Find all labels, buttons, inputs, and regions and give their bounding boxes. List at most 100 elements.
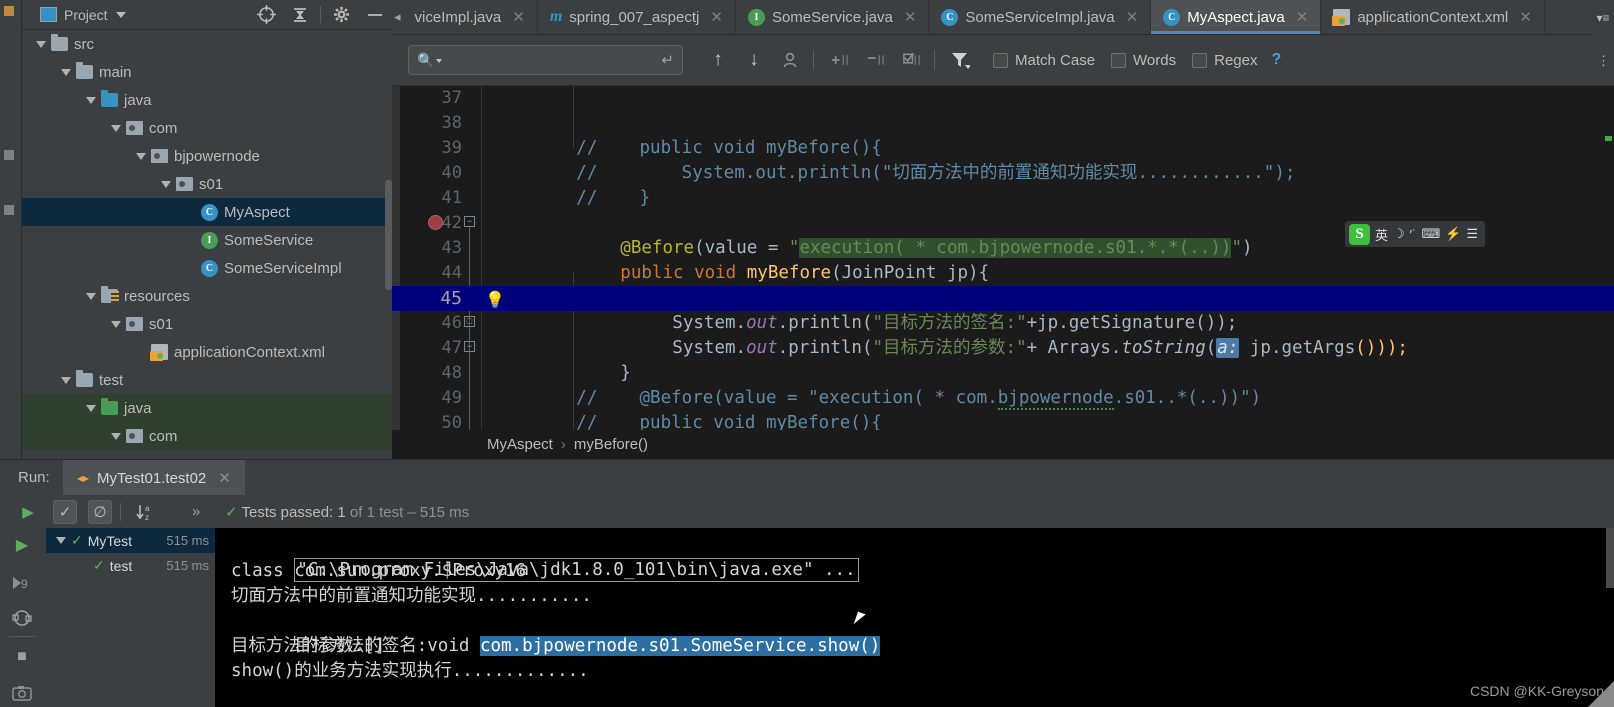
tree-expand-arrow-icon[interactable]	[86, 96, 96, 104]
tree-expand-arrow-icon[interactable]	[86, 292, 96, 300]
tree-item-s01[interactable]: s01	[22, 170, 392, 198]
tree-item-src[interactable]: src	[22, 30, 392, 58]
stop-icon[interactable]: ■	[9, 644, 35, 670]
close-icon[interactable]: ✕	[710, 8, 723, 26]
editor-marker-ok[interactable]	[1605, 136, 1612, 141]
select-all-occurrences-icon[interactable]	[773, 43, 807, 77]
editor-tab-bar[interactable]: ◂ viceImpl.java ✕ m spring_007_aspectj ✕ I Some…	[392, 0, 1614, 35]
tree-item-label: SomeServiceImpl	[224, 259, 342, 277]
words-box[interactable]	[1111, 52, 1127, 68]
rerun-automatically-icon[interactable]	[9, 605, 35, 631]
close-icon[interactable]: ✕	[512, 8, 525, 26]
test-tree-row[interactable]: ✓ test 515 ms	[46, 553, 215, 578]
ime-punctuation-icon[interactable]: ′˙	[1410, 227, 1417, 242]
sort-alphabetically-icon[interactable]: az	[133, 500, 157, 524]
close-icon[interactable]: ✕	[1519, 8, 1532, 26]
tree-item-test[interactable]: test	[22, 366, 392, 394]
tree-expand-arrow-icon[interactable]	[56, 537, 66, 544]
match-case-checkbox[interactable]: Match Case	[993, 52, 1095, 69]
tree-item-com[interactable]: com	[22, 114, 392, 142]
test-tree-row[interactable]: ✓ MyTest 515 ms	[46, 528, 215, 553]
tree-expand-arrow-icon[interactable]	[61, 68, 71, 76]
tree-expand-arrow-icon[interactable]	[161, 180, 171, 188]
ime-toolbar[interactable]: S 英 ☽ ′˙ ⌨ ⚡ ☰	[1345, 221, 1485, 247]
chevron-down-icon[interactable]	[115, 11, 126, 18]
console-selected-text[interactable]: com.bjpowernode.s01.SomeService.show()	[479, 636, 881, 656]
find-next-icon[interactable]: ↓	[737, 43, 771, 77]
editor-tab-someservice-java[interactable]: I SomeService.java ✕	[736, 0, 930, 34]
code-line-38: // System.out.println("切面方法中的前置通知功能实现...…	[392, 111, 1614, 183]
ime-moon-icon[interactable]: ☽	[1393, 226, 1405, 242]
rerun-failed-icon[interactable]: 9	[9, 570, 35, 596]
ime-language-icon[interactable]: 英	[1375, 225, 1388, 244]
minimize-icon[interactable]	[358, 0, 392, 30]
ime-menu-icon[interactable]: ☰	[1466, 226, 1478, 242]
screenshot-icon[interactable]	[9, 680, 35, 706]
match-case-box[interactable]	[993, 52, 1008, 68]
editor-tab-someserviceimpl-java[interactable]: C SomeServiceImpl.java ✕	[929, 0, 1152, 34]
tree-item-com[interactable]: com	[22, 422, 392, 450]
tree-expand-arrow-icon[interactable]	[136, 152, 146, 160]
project-tree[interactable]: src main java com bjpowernode s01 C MyAspect I So…	[22, 30, 392, 450]
code-editor[interactable]: 37 // public void myBefore(){ 38 // Syst…	[392, 86, 1614, 430]
tree-expand-arrow-icon[interactable]	[36, 40, 46, 48]
run-console[interactable]: "C:\Program Files\Java\jdk1.8.0_101\bin\…	[215, 528, 1614, 707]
close-icon[interactable]: ✕	[218, 469, 231, 487]
help-icon[interactable]: ?	[1271, 51, 1281, 69]
ignore-tests-icon[interactable]: ∅	[88, 500, 112, 524]
editor-tab-applicationcontext-xml[interactable]: applicationContext.xml ✕	[1321, 0, 1545, 34]
words-checkbox[interactable]: Words	[1111, 52, 1176, 69]
run-tab[interactable]: ◂▸ MyTest01.test02 ✕	[63, 460, 245, 496]
tree-expand-arrow-icon[interactable]	[111, 124, 121, 132]
toggle-passed-tests-icon[interactable]: ✓	[53, 500, 77, 524]
tree-expand-arrow-icon[interactable]	[111, 432, 121, 440]
rail-chip-3	[4, 205, 14, 215]
collapse-all-icon[interactable]	[283, 0, 317, 30]
editor-tab-spring-007-aspectj[interactable]: m spring_007_aspectj ✕	[538, 0, 736, 34]
regex-box[interactable]	[1192, 52, 1208, 68]
breadcrumb-class[interactable]: MyAspect	[487, 436, 553, 453]
toggle-line-icon[interactable]	[894, 43, 928, 77]
tree-item-applicationcontext-xml[interactable]: applicationContext.xml	[22, 338, 392, 366]
ime-keyboard-icon[interactable]: ⌨	[1421, 226, 1440, 242]
console-scrollbar[interactable]	[1606, 528, 1614, 588]
sogou-logo-icon[interactable]: S	[1349, 223, 1370, 245]
tree-item-java[interactable]: java	[22, 394, 392, 422]
tab-list-menu-icon[interactable]: ▾≡	[1592, 0, 1614, 35]
project-tree-scrollbar[interactable]	[385, 180, 392, 290]
test-result-tree[interactable]: ✓ MyTest 515 ms ✓ test 515 ms	[46, 528, 215, 707]
remove-line-icon[interactable]	[858, 43, 892, 77]
breadcrumb-method[interactable]: myBefore()	[574, 436, 648, 453]
tree-item-resources[interactable]: resources	[22, 282, 392, 310]
rerun-tests-icon[interactable]: ▶	[16, 500, 40, 524]
ime-tools-icon[interactable]: ⚡	[1445, 226, 1461, 242]
search-input[interactable]: 🔍 ↵	[408, 45, 683, 75]
editor-tab-viceimpl-java[interactable]: viceImpl.java ✕	[403, 0, 538, 34]
filter-icon[interactable]	[943, 43, 977, 77]
close-icon[interactable]: ✕	[1126, 8, 1139, 26]
tab-scroll-left-icon[interactable]: ◂	[392, 0, 403, 34]
add-line-icon[interactable]	[822, 43, 856, 77]
breadcrumb[interactable]: MyAspect › myBefore()	[392, 430, 1614, 459]
expand-icon[interactable]: »	[192, 503, 200, 520]
tree-item-bjpowernode[interactable]: bjpowernode	[22, 142, 392, 170]
run-icon[interactable]: ▶	[9, 532, 35, 558]
tree-item-java[interactable]: java	[22, 86, 392, 114]
tree-item-myaspect[interactable]: C MyAspect	[22, 198, 392, 226]
tree-expand-arrow-icon[interactable]	[61, 376, 71, 384]
close-icon[interactable]: ✕	[904, 8, 917, 26]
tree-expand-arrow-icon[interactable]	[86, 404, 96, 412]
target-icon[interactable]	[249, 0, 283, 30]
tree-item-someservice[interactable]: I SomeService	[22, 226, 392, 254]
regex-checkbox[interactable]: Regex	[1192, 52, 1257, 69]
gear-icon[interactable]	[324, 0, 358, 30]
find-previous-icon[interactable]: ↑	[701, 43, 735, 77]
tree-expand-arrow-icon[interactable]	[111, 320, 121, 328]
enter-icon[interactable]: ↵	[661, 51, 674, 69]
editor-tab-myaspect-java[interactable]: C MyAspect.java ✕	[1151, 0, 1322, 34]
tree-item-main[interactable]: main	[22, 58, 392, 86]
tree-item-s01[interactable]: s01	[22, 310, 392, 338]
find-close-icon[interactable]: ⋮	[1597, 53, 1610, 69]
close-icon[interactable]: ✕	[1296, 8, 1309, 26]
tree-item-someserviceimpl[interactable]: C SomeServiceImpl	[22, 254, 392, 282]
